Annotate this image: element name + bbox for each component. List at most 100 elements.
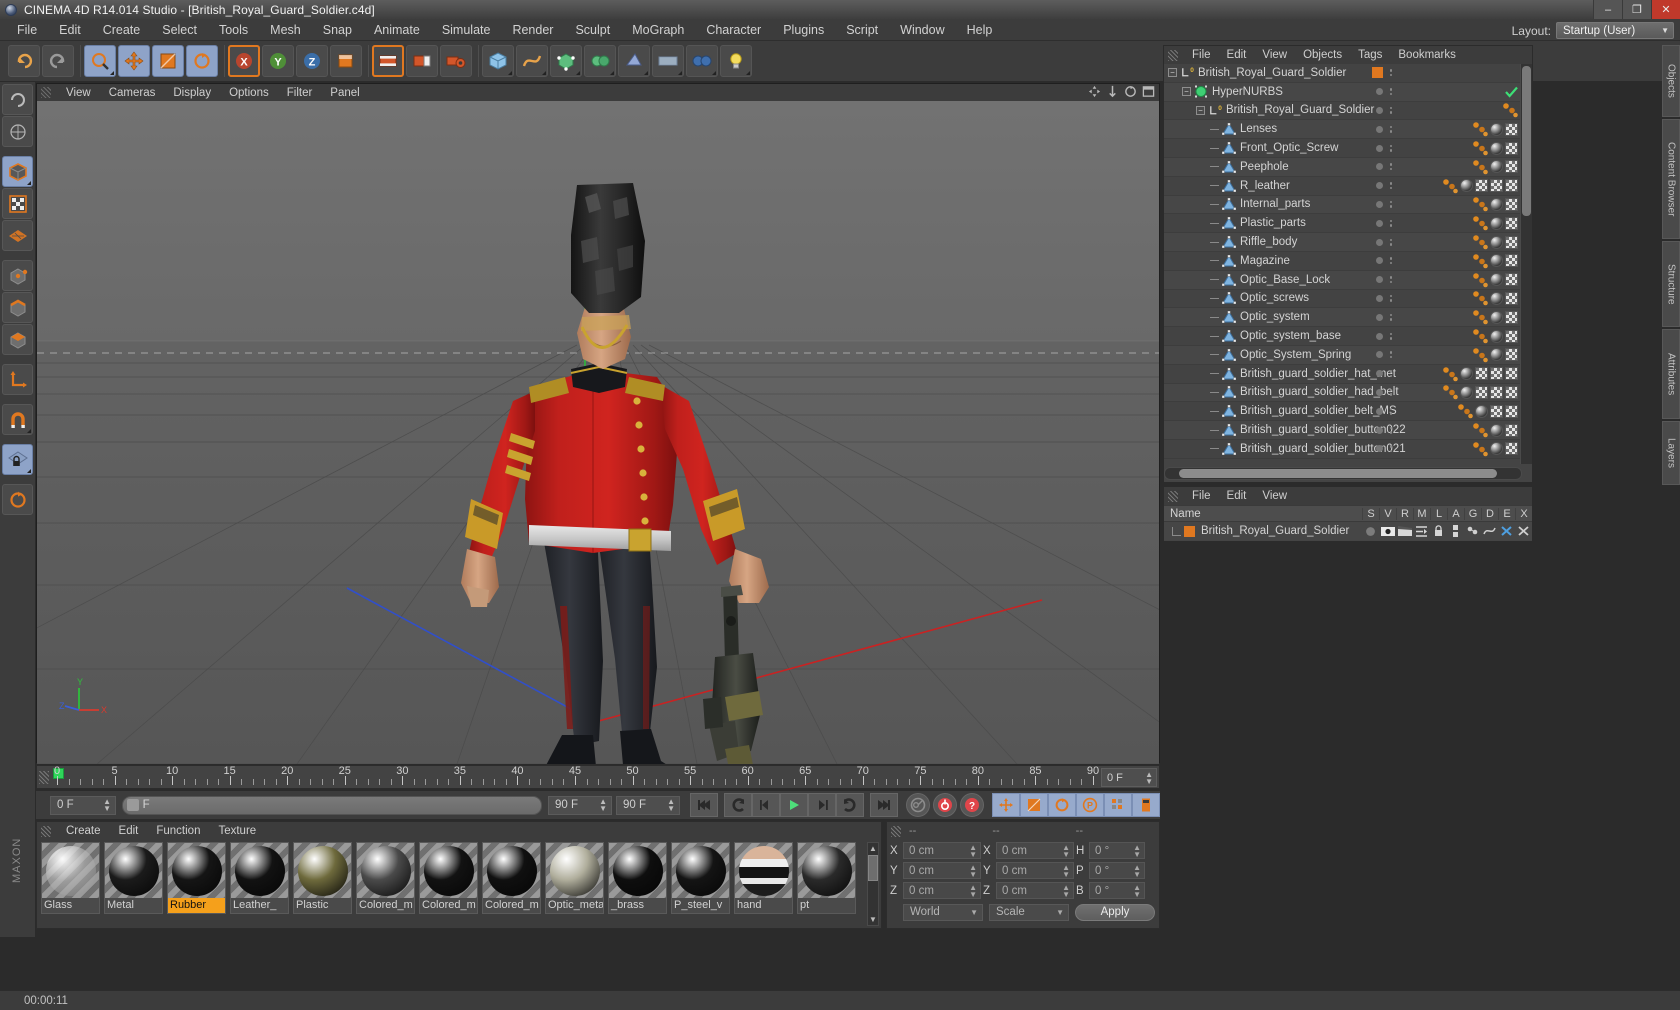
object-row[interactable]: − HyperNURBS xyxy=(1164,82,1522,102)
current-frame-field[interactable]: 0 F ▲ ▼ xyxy=(50,795,116,815)
menu-simulate[interactable]: Simulate xyxy=(431,21,502,39)
live-selection-tool-button[interactable] xyxy=(84,45,116,77)
visibility-dot-icon[interactable] xyxy=(1375,370,1383,378)
layer-menu-edit[interactable]: Edit xyxy=(1219,489,1255,503)
visibility-dot-icon[interactable] xyxy=(1375,313,1383,321)
material-name-label[interactable]: Plastic xyxy=(294,898,351,913)
model-mode-button[interactable] xyxy=(2,156,33,187)
expression-icon[interactable] xyxy=(1498,525,1515,537)
column-header-l[interactable]: L xyxy=(1430,507,1447,520)
visibility-dots-icon[interactable] xyxy=(1389,257,1392,265)
panel-grip-icon[interactable] xyxy=(891,825,901,837)
material-menu-texture[interactable]: Texture xyxy=(209,824,265,838)
panel-grip-icon[interactable] xyxy=(41,87,51,98)
keyframe-selection-button[interactable] xyxy=(1132,793,1160,817)
material-tag-sphere-icon[interactable] xyxy=(1475,404,1488,418)
viewport-menu-view[interactable]: View xyxy=(57,86,100,100)
timeline-ruler[interactable]: 0 5 10 15 20 25 30 35 40 45 50 55 60 65 70 75 80 85 90 0 F… xyxy=(36,765,1160,789)
spinner-icon[interactable]: ▲ ▼ xyxy=(667,798,675,813)
lock-workplane-button[interactable] xyxy=(2,444,33,475)
material-tag-sphere-icon[interactable] xyxy=(1490,122,1503,136)
visibility-dot-icon[interactable] xyxy=(1375,445,1383,453)
object-menu-edit[interactable]: Edit xyxy=(1219,48,1255,62)
next-key-button[interactable] xyxy=(836,793,864,817)
range-end-field[interactable]: 90 F ▲ ▼ xyxy=(548,795,612,815)
material-menu-function[interactable]: Function xyxy=(147,824,209,838)
material-preview-thumbnail[interactable] xyxy=(231,843,288,898)
polygon-icon[interactable] xyxy=(1222,404,1236,418)
expand-collapse-icon[interactable]: − xyxy=(1168,68,1177,78)
material-cell[interactable]: Leather_ xyxy=(230,842,289,914)
menu-render[interactable]: Render xyxy=(501,21,564,39)
material-cell[interactable]: hand xyxy=(734,842,793,914)
texture-tag-checker-icon[interactable] xyxy=(1505,348,1518,362)
spline-tool-button[interactable] xyxy=(516,45,548,77)
menu-mesh[interactable]: Mesh xyxy=(259,21,312,39)
object-row[interactable]: British_guard_soldier_hat_met xyxy=(1164,364,1522,384)
apply-button[interactable]: Apply xyxy=(1075,903,1155,921)
menu-script[interactable]: Script xyxy=(835,21,889,39)
visibility-dots-icon[interactable] xyxy=(1389,238,1392,246)
manager-icon[interactable] xyxy=(1413,525,1430,537)
panel-grip-icon[interactable] xyxy=(41,825,51,837)
spinner-icon[interactable]: ▲ ▼ xyxy=(1062,863,1070,878)
polygons-mode-button[interactable] xyxy=(2,324,33,355)
object-row[interactable]: British_guard_soldier_had_belt xyxy=(1164,383,1522,403)
scrollbar-thumb[interactable] xyxy=(868,855,878,881)
object-row[interactable]: Peephole xyxy=(1164,157,1522,177)
menu-mograph[interactable]: MoGraph xyxy=(621,21,695,39)
tab-attributes[interactable]: Attributes xyxy=(1662,329,1680,419)
record-position-button[interactable] xyxy=(992,793,1020,817)
pan-icon[interactable] xyxy=(1088,85,1101,98)
visibility-dot-icon[interactable] xyxy=(1375,238,1383,246)
polygon-icon[interactable] xyxy=(1222,423,1236,437)
menu-select[interactable]: Select xyxy=(151,21,208,39)
null-object-icon[interactable]: 0 xyxy=(1208,103,1222,117)
texture-tag-checker-icon[interactable] xyxy=(1505,235,1518,249)
object-manager-horizontal-scrollbar[interactable] xyxy=(1164,467,1522,480)
position-x-field[interactable]: 0 cm ▲ ▼ xyxy=(903,842,981,859)
polygon-icon[interactable] xyxy=(1222,160,1236,174)
material-name-label[interactable]: Optic_meta xyxy=(546,898,603,913)
layer-row[interactable]: British_Royal_Guard_Soldier xyxy=(1164,522,1532,540)
column-header-e[interactable]: E xyxy=(1498,507,1515,520)
visibility-dot-icon[interactable] xyxy=(1375,144,1383,152)
object-row[interactable]: − 0 British_Royal_Guard_Soldier xyxy=(1164,101,1522,121)
texture-tag-checker-icon[interactable] xyxy=(1475,179,1488,193)
column-header-r[interactable]: R xyxy=(1396,507,1413,520)
viewport-menu-panel[interactable]: Panel xyxy=(321,86,368,100)
visibility-dot-icon[interactable] xyxy=(1375,257,1383,265)
move-tool-button[interactable] xyxy=(118,45,150,77)
position-y-field[interactable]: 0 cm ▲ ▼ xyxy=(903,862,981,879)
layer-color-swatch[interactable] xyxy=(1371,67,1383,79)
spinner-icon[interactable]: ▲ ▼ xyxy=(1062,843,1070,858)
points-mode-button[interactable] xyxy=(2,260,33,291)
object-menu-objects[interactable]: Objects xyxy=(1295,48,1350,62)
floor-tool-button[interactable] xyxy=(652,45,684,77)
spinner-icon[interactable]: ▲ ▼ xyxy=(1145,770,1153,785)
material-name-label[interactable]: Metal xyxy=(105,898,162,913)
animation-icon[interactable] xyxy=(1447,525,1464,537)
material-tag-sphere-icon[interactable] xyxy=(1460,385,1473,399)
light-tool-button[interactable] xyxy=(720,45,752,77)
tab-objects[interactable]: Objects xyxy=(1662,45,1680,117)
help-button[interactable]: ? xyxy=(960,793,984,817)
object-row[interactable]: Optic_System_Spring xyxy=(1164,345,1522,365)
object-row[interactable]: Optic_Base_Lock xyxy=(1164,270,1522,290)
render-view-button[interactable] xyxy=(372,45,404,77)
polygon-icon[interactable] xyxy=(1222,310,1236,324)
spinner-icon[interactable]: ▲ ▼ xyxy=(969,863,977,878)
deformer-icon[interactable] xyxy=(1481,525,1498,537)
record-scale-button[interactable] xyxy=(1020,793,1048,817)
texture-tag-checker-icon[interactable] xyxy=(1475,367,1488,381)
object-row[interactable]: Riffle_body xyxy=(1164,233,1522,252)
visibility-dot-icon[interactable] xyxy=(1375,407,1383,415)
rotation-b-field[interactable]: 0 ° ▲ ▼ xyxy=(1089,882,1145,899)
object-row[interactable]: British_guard_soldier_button021 xyxy=(1164,439,1522,459)
material-tag-sphere-icon[interactable] xyxy=(1490,273,1503,287)
material-preview-thumbnail[interactable] xyxy=(105,843,162,898)
polygon-icon[interactable] xyxy=(1222,141,1236,155)
size-z-field[interactable]: 0 cm ▲ ▼ xyxy=(996,882,1074,899)
object-row[interactable]: Magazine xyxy=(1164,251,1522,271)
material-preview-thumbnail[interactable] xyxy=(420,843,477,898)
